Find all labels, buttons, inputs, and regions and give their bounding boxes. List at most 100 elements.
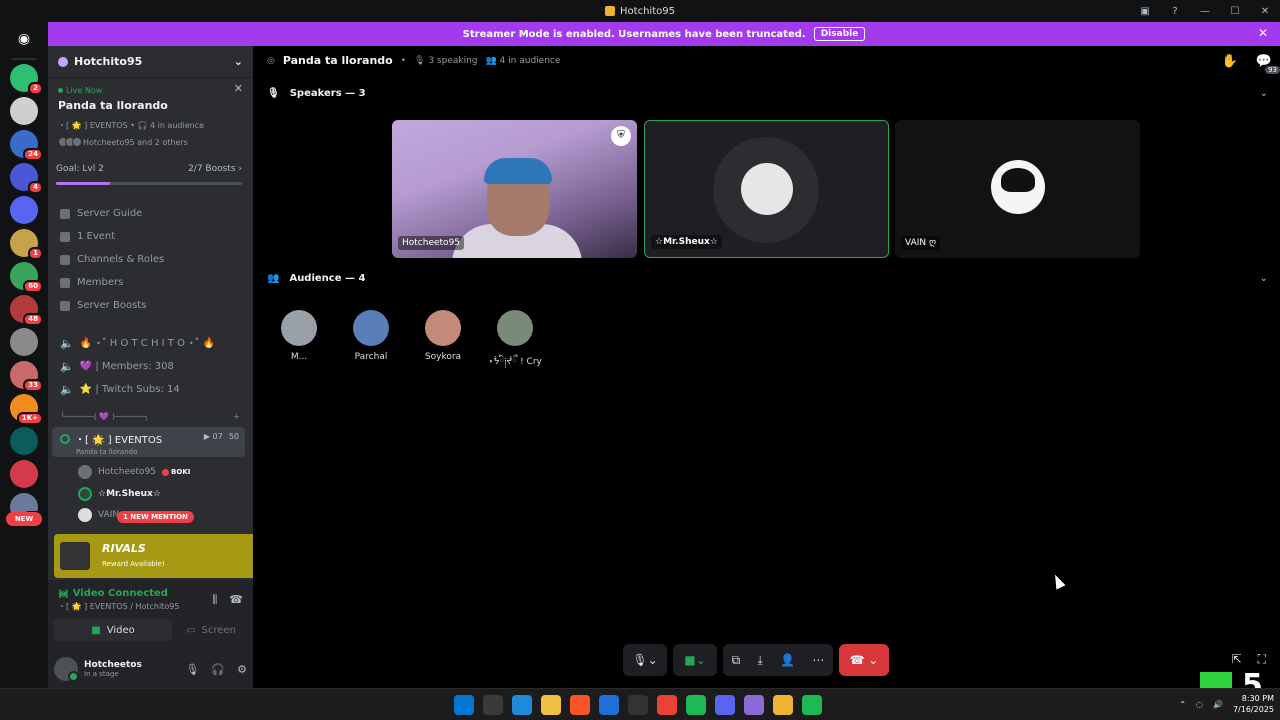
discord-home-icon[interactable]: ◉ <box>9 24 39 54</box>
server-icon[interactable]: 4 <box>10 163 43 194</box>
server-icon[interactable] <box>10 328 38 356</box>
microphone-icon[interactable]: 🎙 <box>185 663 199 676</box>
maximize-button[interactable]: ☐ <box>1220 6 1250 17</box>
nav-server-guide[interactable]: Server Guide <box>60 208 142 219</box>
taskbar-app-icon[interactable] <box>628 695 648 715</box>
stage-member[interactable]: ☆Mr.Sheux☆ <box>78 487 161 501</box>
new-mention-badge[interactable]: 1 NEW MENTION <box>117 511 194 523</box>
mute-button[interactable]: 🎙⌄ <box>623 644 667 676</box>
speaker-tile[interactable]: ☆Mr.Sheux☆ <box>644 120 889 258</box>
member-tag-text: BOKI <box>171 468 191 476</box>
close-window-button[interactable]: ✕ <box>1250 6 1280 17</box>
taskbar-app-icon[interactable] <box>715 695 735 715</box>
live-stage-card[interactable]: Live Now Panda ta llorando ・[ 🌟 ] EVENTO… <box>48 82 253 192</box>
chevron-up-icon[interactable]: ⌃ <box>1179 700 1186 709</box>
taskbar-app-icon[interactable] <box>773 695 793 715</box>
disable-button[interactable]: Disable <box>813 27 866 41</box>
stage-channel-eventos[interactable]: ・[ 🌟 ] EVENTOS Panda ta llorando ▶ 07 50 <box>52 427 245 457</box>
stage-channel-topic: Panda ta llorando <box>76 448 138 456</box>
camera-button[interactable]: ■⌄ <box>673 644 717 676</box>
nav-channels-roles[interactable]: Channels & Roles <box>60 254 164 265</box>
audience-member[interactable]: ⋆ᖭི༏ᖫྀ ! Cry <box>485 310 545 377</box>
voice-location[interactable]: ・[ 🌟 ] EVENTOS / Hotchito95 <box>58 601 179 612</box>
user-panel[interactable]: Hotcheetos In a stage 🎙 🎧 ⚙ <box>54 653 247 685</box>
help-icon[interactable]: ? <box>1160 6 1190 17</box>
taskbar-app-icon[interactable] <box>483 695 503 715</box>
pop-out-icon[interactable]: ⇱ <box>1232 652 1242 667</box>
disconnect-icon[interactable]: ☎ <box>229 593 243 607</box>
close-icon[interactable]: ✕ <box>1258 26 1268 40</box>
network-icon[interactable]: ◌ <box>1196 700 1203 709</box>
channel-members[interactable]: 🔈 💜 | Members: 308 <box>60 360 174 373</box>
close-live-card-icon[interactable]: ✕ <box>234 82 243 95</box>
taskbar-app-icon[interactable] <box>686 695 706 715</box>
inbox-icon[interactable]: ▣ <box>1130 6 1160 17</box>
taskbar-app-icon[interactable] <box>599 695 619 715</box>
nav-server-boosts[interactable]: Server Boosts <box>60 300 146 311</box>
taskbar-app-icon[interactable] <box>541 695 561 715</box>
server-icon[interactable] <box>10 97 38 125</box>
chevron-down-icon[interactable]: ⌄ <box>234 55 243 68</box>
add-channel-icon[interactable]: + <box>233 412 240 421</box>
taskbar-app-icon[interactable] <box>802 695 822 715</box>
minimize-button[interactable]: — <box>1190 6 1220 17</box>
avatar <box>78 487 92 501</box>
rivals-logo: RIVALS <box>102 542 146 555</box>
goal-progress-bar <box>56 182 242 185</box>
server-icon[interactable]: 33 <box>10 361 43 392</box>
raise-hand-icon[interactable]: ✋ <box>1222 54 1238 69</box>
live-speakers: Hotcheeto95 and 2 others <box>58 137 243 147</box>
volume-icon[interactable]: 🔊 <box>1213 700 1223 709</box>
channel-twitch-subs[interactable]: 🔈 ⭐ | Twitch Subs: 14 <box>60 383 180 396</box>
stage-member[interactable]: VAIN <box>78 508 119 522</box>
speaker-tile[interactable]: VAIN ღ <box>895 120 1140 258</box>
audience-member[interactable]: M... <box>269 310 329 362</box>
server-icon[interactable]: 2 <box>10 64 43 95</box>
nav-event[interactable]: 1 Event <box>60 231 115 242</box>
taskbar-app-icon[interactable] <box>512 695 532 715</box>
more-options-icon[interactable]: ⋯ <box>812 653 824 667</box>
screen-button[interactable]: ▭ Screen <box>176 619 246 641</box>
server-icon[interactable] <box>10 196 38 224</box>
video-button[interactable]: ■ Video <box>54 619 172 641</box>
server-icon[interactable]: 24 <box>10 130 43 161</box>
avatar <box>54 657 79 682</box>
server-icon[interactable] <box>10 460 38 488</box>
guild-header[interactable]: Hotchito95 ⌄ <box>48 46 253 78</box>
server-icon[interactable]: 1 <box>10 229 43 260</box>
stage-member[interactable]: Hotcheeto95 BOKI <box>78 465 190 479</box>
move-to-audience-icon[interactable]: ⤓ <box>758 653 763 668</box>
audience-member[interactable]: Soykora <box>413 310 473 362</box>
headphones-icon[interactable]: 🎧 <box>211 663 225 676</box>
taskbar-app-icon[interactable] <box>744 695 764 715</box>
category-label: ╰──────( 💜 )──────╮ <box>60 412 149 421</box>
server-icon[interactable]: 60 <box>10 262 43 293</box>
speaker-name: Hotcheeto95 <box>398 236 465 250</box>
taskbar-app-icon[interactable] <box>657 695 677 715</box>
leave-stage-button[interactable]: ☎ ⌄ <box>839 644 889 676</box>
speaker-tile-video[interactable]: ⛨ Hotcheeto95 <box>392 120 637 258</box>
clock[interactable]: 8:30 PM 7/16/2025 <box>1233 693 1274 715</box>
nav-members[interactable]: Members <box>60 277 123 288</box>
noise-suppression-icon[interactable]: ⫼ <box>212 593 217 607</box>
invite-icon[interactable]: 👤 <box>780 653 795 667</box>
collapse-speakers-icon[interactable]: ⌄ <box>1260 88 1268 99</box>
gear-icon[interactable]: ⚙ <box>237 663 247 676</box>
fullscreen-icon[interactable]: ⛶ <box>1258 652 1266 667</box>
server-icon[interactable] <box>10 427 38 455</box>
reward-banner[interactable]: RIVALS Reward Available! <box>54 534 253 578</box>
audience-member[interactable]: Parchal <box>341 310 401 362</box>
server-icon[interactable]: 48 <box>10 295 43 326</box>
screen-share-icon[interactable]: ⧉ <box>732 653 741 668</box>
chat-icon[interactable]: 💬 93 <box>1256 54 1280 74</box>
category-separator[interactable]: ╰──────( 💜 )──────╮ + <box>60 412 240 421</box>
video-count: ▶ 07 <box>203 432 223 441</box>
stage-controls: 🎙⌄ ■⌄ ⧉ ⤓ 👤 ⋯ ☎ ⌄ <box>623 644 889 676</box>
channel-hotchito[interactable]: 🔈 🔥 ⋆˚ H O T C H I T O ⋆˚ 🔥 <box>60 337 215 350</box>
boost-goal[interactable]: Goal: Lvl 2 2/7 Boosts › <box>56 164 242 174</box>
collapse-audience-icon[interactable]: ⌄ <box>1260 273 1268 284</box>
taskbar-app-icon[interactable] <box>454 695 474 715</box>
server-icon[interactable]: 1K+ <box>10 394 43 425</box>
taskbar-app-icon[interactable] <box>570 695 590 715</box>
live-stage-sub: ・[ 🌟 ] EVENTOS • 🎧 4 in audience <box>58 121 205 130</box>
